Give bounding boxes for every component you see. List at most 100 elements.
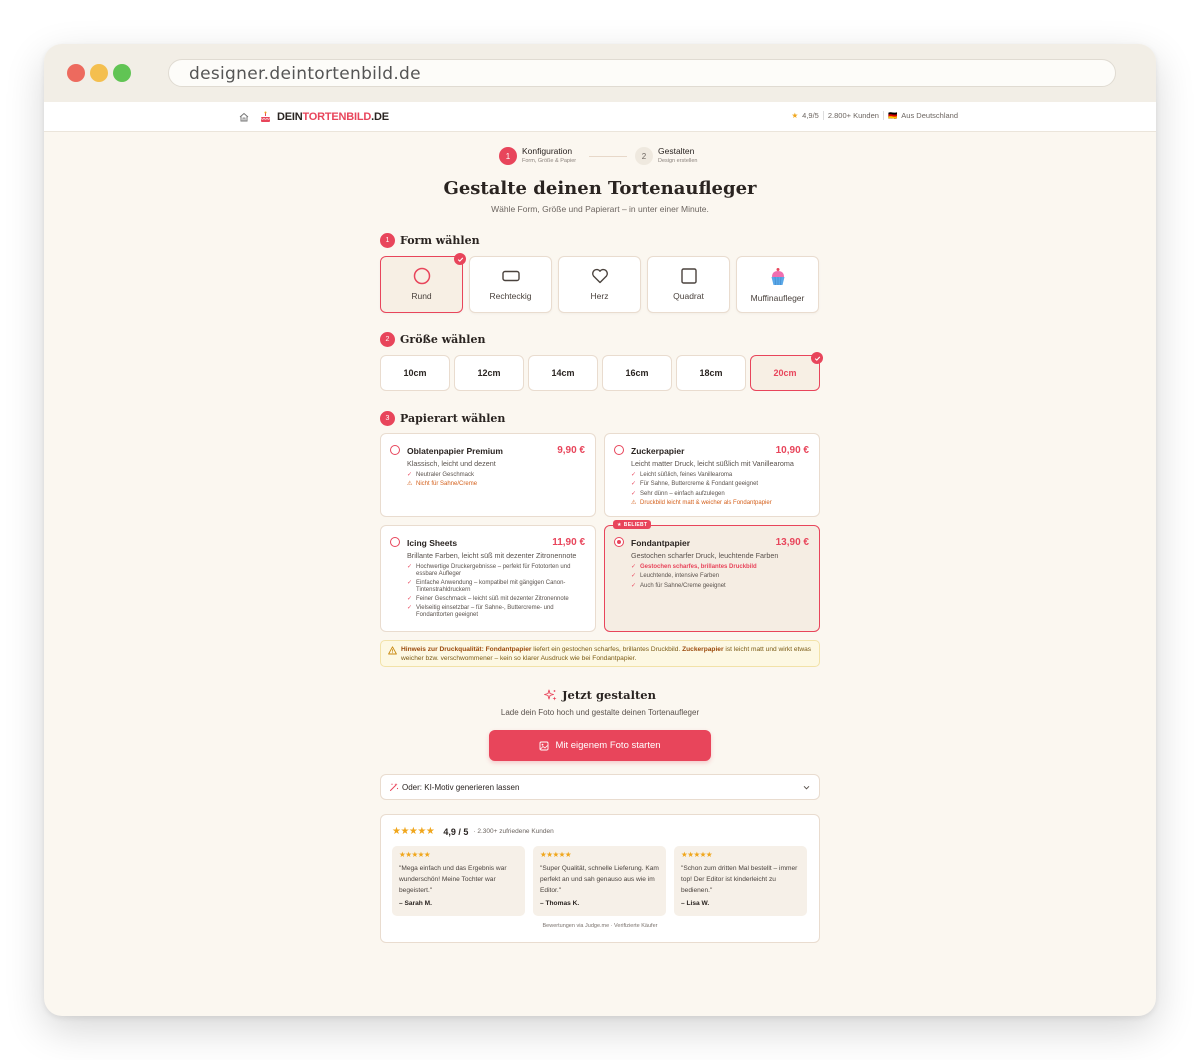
review-stars-icon: ★★★★★ (399, 850, 431, 859)
review-card: ★★★★★ "Schon zum dritten Mal bestellt – … (674, 846, 807, 916)
paper-name: Icing Sheets (407, 538, 458, 548)
feature-text: Leicht süßlich, feines Vanillearoma (640, 472, 733, 478)
maximize-window-button[interactable] (113, 64, 131, 82)
shape-label: Quadrat (673, 291, 704, 301)
size-option-12cm[interactable]: 12cm (454, 355, 524, 391)
radio-button[interactable] (614, 537, 624, 547)
review-card: ★★★★★ "Mega einfach und das Ergebnis war… (392, 846, 525, 916)
popular-badge: ★ BELIEBT (613, 520, 652, 529)
section-number-badge: 2 (380, 332, 395, 347)
review-stars-icon: ★★★★★ (540, 850, 572, 859)
shape-option-muffinaufleger[interactable]: Muffinaufleger (736, 256, 819, 313)
minimize-window-button[interactable] (90, 64, 108, 82)
shape-label: Herz (590, 291, 609, 301)
chevron-down-icon (803, 785, 810, 790)
hint-term: Fondantpapier (485, 646, 532, 653)
feature-item: ✓ Für Sahne, Buttercreme & Fondant geeign… (631, 481, 811, 488)
feature-list: ✓ Leicht süßlich, feines Vanillearoma ✓ Fü… (631, 472, 811, 509)
heart-icon (591, 268, 608, 284)
ai-motif-dropdown[interactable]: Oder: KI-Motiv generieren lassen (380, 774, 820, 800)
brand-prefix: DEIN (277, 111, 303, 123)
shape-option-rechteckig[interactable]: Rechteckig (469, 256, 552, 313)
check-icon: ✓ (631, 564, 637, 570)
radio-button[interactable] (390, 445, 400, 455)
size-label: 20cm (773, 368, 797, 378)
paper-name: Fondantpapier (631, 538, 691, 548)
paper-price: 11,90 € (552, 537, 585, 548)
check-icon: ✓ (631, 582, 637, 589)
section-title: Papierart wählen (400, 412, 506, 425)
warning-icon: ⚠ (631, 499, 637, 506)
paper-option-oblatenpapier[interactable]: Oblatenpapier Premium 9,90 € Klassisch, … (380, 433, 596, 517)
trust-bar: ★ 4,9/5 2.800+ Kunden 🇩🇪 Aus Deutschland (791, 111, 958, 120)
browser-window: designer.deintortenbild.de DEINTORTENBIL… (44, 44, 1156, 1016)
step-connector (589, 156, 627, 157)
hint-label: Hinweis zur Druckqualität: (401, 646, 484, 653)
review-author: – Thomas K. (540, 900, 580, 907)
feature-text: Vielseitig einsetzbar – für Sahne-, Butt… (416, 605, 554, 619)
check-icon: ✓ (631, 481, 637, 488)
size-option-10cm[interactable]: 10cm (380, 355, 450, 391)
address-bar[interactable]: designer.deintortenbild.de (168, 59, 1116, 87)
circle-icon (413, 267, 430, 285)
size-option-14cm[interactable]: 14cm (528, 355, 598, 391)
magic-wand-icon (390, 783, 399, 791)
hint-term: Zuckerpapier (682, 646, 724, 653)
shape-option-rund[interactable]: Rund (380, 253, 466, 313)
check-icon: ✓ (407, 472, 413, 478)
feature-text: Einfache Anwendung – kompatibel mit gäng… (416, 580, 566, 593)
paper-option-zuckerpapier[interactable]: Zuckerpapier 10,90 € Leicht matter Druck… (604, 433, 820, 517)
check-icon: ✓ (631, 573, 637, 580)
brand-name: DEINTORTENBILD.DE (277, 111, 389, 123)
close-window-button[interactable] (67, 64, 85, 82)
image-upload-icon (540, 741, 549, 750)
badge-label: BELIEBT (623, 521, 648, 528)
review-author: – Lisa W. (681, 900, 710, 907)
reviews-panel: ★★★★★ 4,9 / 5 · 2.300+ zufriedene Kunden… (380, 814, 820, 943)
shape-option-herz[interactable]: Herz (558, 256, 641, 313)
divider (882, 111, 884, 120)
shape-option-quadrat[interactable]: Quadrat (647, 256, 730, 313)
divider (822, 111, 824, 120)
shape-section-header: 1 Form wählen (380, 233, 480, 248)
brand-logo[interactable]: DEINTORTENBILD.DE (259, 109, 389, 125)
section-title: Form wählen (400, 234, 480, 247)
nav-rating: 4,9/5 (802, 111, 819, 120)
rectangle-icon (501, 270, 520, 282)
cta-title-text: Jetzt gestalten (562, 688, 656, 702)
radio-button[interactable] (390, 537, 400, 547)
hint-body: liefert ein gestochen scharfes, brillant… (531, 646, 683, 653)
feature-item: ✓ Vielseitig einsetzbar – für Sahne-, But… (407, 605, 587, 619)
browser-titlebar: designer.deintortenbild.de (44, 44, 1156, 102)
paper-description: Leicht matter Druck, leicht süßlich mit … (631, 459, 794, 468)
paper-price: 13,90 € (775, 537, 809, 548)
feature-list: ✓ Gestochen scharfes, brillantes Druckbil… (631, 564, 811, 592)
home-icon[interactable] (238, 111, 250, 123)
reviews-header: ★★★★★ 4,9 / 5 · 2.300+ zufriedene Kunden (392, 826, 554, 837)
review-text: "Mega einfach und das Ergebnis war wunde… (399, 865, 507, 894)
paper-price: 9,90 € (557, 445, 585, 456)
brand-suffix: .DE (371, 111, 389, 123)
rating-stars-icon: ★★★★★ (392, 826, 435, 837)
size-option-18cm[interactable]: 18cm (676, 355, 746, 391)
radio-button[interactable] (614, 445, 624, 455)
feature-text: Auch für Sahne/Creme geeignet (640, 582, 726, 589)
review-count: · 2.300+ zufriedene Kunden (473, 828, 554, 835)
progress-stepper: 1 Konfiguration Form, Größe & Papier 2 G… (499, 144, 719, 168)
feature-text: Feiner Geschmack – leicht süß mit dezent… (416, 596, 569, 603)
rating-value: 4,9 / 5 (443, 826, 469, 837)
feature-item: ✓ Leuchtende, intensive Farben (631, 573, 811, 580)
size-option-20cm[interactable]: 20cm (750, 352, 823, 391)
sparkles-icon (544, 689, 557, 700)
paper-option-icing-sheets[interactable]: Icing Sheets 11,90 € Brillante Farben, l… (380, 525, 596, 632)
flag-icon: 🇩🇪 (887, 111, 898, 120)
review-text: "Schon zum dritten Mal bestellt – immer … (681, 865, 798, 894)
review-author: – Sarah M. (399, 900, 432, 907)
paper-option-fondantpapier[interactable]: ★ BELIEBT Fondantpapier 13,90 € Gestochen… (604, 520, 820, 632)
shape-label: Muffinaufleger (750, 293, 805, 303)
feature-item: ⚠ Nicht für Sahne/Creme (407, 481, 587, 488)
size-option-16cm[interactable]: 16cm (602, 355, 672, 391)
reviews-footer[interactable]: Bewertungen via Judge.me · Verifizierte … (381, 923, 819, 929)
cupcake-icon (771, 268, 784, 286)
start-with-photo-button[interactable]: Mit eigenem Foto starten (489, 730, 711, 761)
